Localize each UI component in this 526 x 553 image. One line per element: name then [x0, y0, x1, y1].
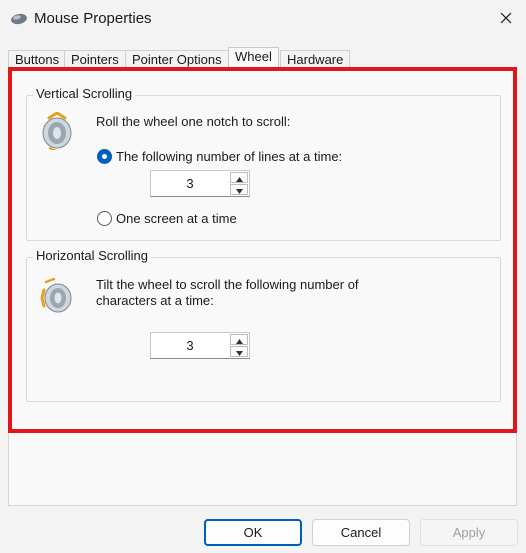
title-bar: Mouse Properties	[0, 0, 526, 40]
tab-wheel[interactable]: Wheel	[228, 47, 279, 71]
chars-spinbox[interactable]: 3	[150, 332, 250, 359]
horizontal-instruction-line2: characters at a time:	[96, 293, 214, 308]
lines-spin-buttons	[230, 172, 248, 195]
one-screen-label[interactable]: One screen at a time	[116, 211, 237, 226]
close-button[interactable]	[488, 2, 524, 36]
lines-at-a-time-radio[interactable]	[97, 149, 112, 164]
vertical-wheel-icon	[40, 111, 74, 152]
horizontal-scrolling-group: Horizontal Scrolling Tilt the wheel to s…	[26, 248, 501, 402]
tab-buttons[interactable]: Buttons	[8, 50, 67, 70]
lines-spinbox[interactable]: 3	[150, 170, 250, 197]
one-screen-radio[interactable]	[97, 211, 112, 226]
tab-pointer-options[interactable]: Pointer Options	[125, 50, 229, 70]
window-title: Mouse Properties	[34, 10, 152, 27]
tab-pointers[interactable]: Pointers	[64, 50, 126, 70]
horizontal-instruction-line1: Tilt the wheel to scroll the following n…	[96, 277, 359, 292]
caret-down-icon	[235, 344, 243, 359]
horizontal-wheel-icon	[40, 276, 74, 314]
mouse-properties-window: Mouse Properties Buttons Pointers Pointe…	[0, 0, 526, 553]
mouse-icon	[10, 12, 28, 26]
lines-input[interactable]: 3	[151, 171, 229, 196]
vertical-instruction: Roll the wheel one notch to scroll:	[96, 114, 291, 129]
close-icon	[500, 12, 512, 27]
wheel-tab-panel: Vertical Scrolling Roll the wheel one no…	[8, 69, 517, 506]
lines-at-a-time-label[interactable]: The following number of lines at a time:	[116, 149, 342, 164]
ok-button[interactable]: OK	[204, 519, 302, 546]
horizontal-scrolling-legend: Horizontal Scrolling	[33, 248, 151, 263]
vertical-scrolling-group: Vertical Scrolling Roll the wheel one no…	[26, 86, 501, 241]
apply-button[interactable]: Apply	[420, 519, 518, 546]
cancel-button[interactable]: Cancel	[312, 519, 410, 546]
chars-input[interactable]: 3	[151, 333, 229, 358]
chars-decrement-button[interactable]	[230, 346, 248, 357]
lines-decrement-button[interactable]	[230, 184, 248, 195]
vertical-scrolling-legend: Vertical Scrolling	[33, 86, 136, 101]
chars-spin-buttons	[230, 334, 248, 357]
caret-down-icon	[235, 182, 243, 197]
tab-hardware[interactable]: Hardware	[280, 50, 351, 70]
